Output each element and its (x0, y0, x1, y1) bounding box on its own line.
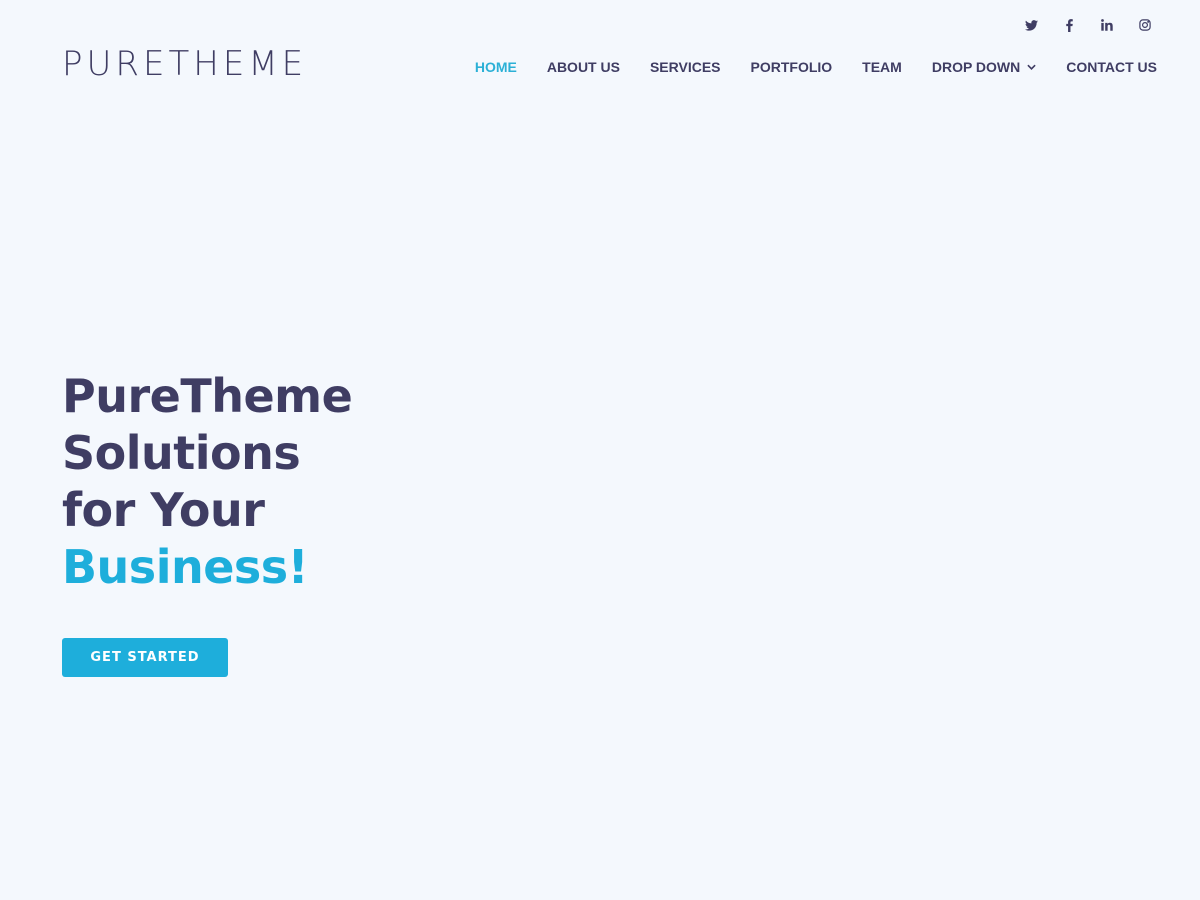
nav-item-about-us[interactable]: ABOUT US (547, 57, 620, 77)
nav-item-label: HOME (474, 59, 517, 75)
nav-item-portfolio[interactable]: PORTFOLIO (751, 57, 833, 77)
hero-title-accent: Business! (62, 540, 309, 594)
nav-item-home[interactable]: HOME (475, 57, 517, 77)
hero-title-line: for Your (62, 483, 265, 537)
nav-item-label: TEAM (862, 59, 902, 75)
site-logo[interactable]: PURETHEME (62, 44, 307, 84)
linkedin-icon[interactable] (1088, 16, 1126, 34)
facebook-icon[interactable] (1050, 16, 1088, 34)
nav-item-contact-us[interactable]: CONTACT US (1066, 57, 1157, 77)
get-started-button[interactable]: GET STARTED (62, 638, 228, 677)
page: PURETHEME HOME ABOUT US SERVICES PORTFOL… (0, 0, 1200, 900)
hero-section: PureTheme Solutions for Your Business! (62, 368, 353, 596)
nav-item-team[interactable]: TEAM (862, 57, 902, 77)
nav-item-label: PORTFOLIO (750, 59, 833, 75)
nav-item-services[interactable]: SERVICES (650, 57, 721, 77)
chevron-down-icon (1027, 64, 1036, 70)
hero-title-line: Solutions (62, 426, 301, 480)
nav-item-label: ABOUT US (546, 59, 620, 75)
twitter-icon[interactable] (1012, 16, 1050, 34)
instagram-icon[interactable] (1126, 16, 1164, 34)
main-nav: HOME ABOUT US SERVICES PORTFOLIO TEAM DR… (475, 57, 1157, 77)
hero-title: PureTheme Solutions for Your Business! (62, 368, 353, 596)
nav-item-drop-down[interactable]: DROP DOWN (932, 57, 1036, 77)
nav-item-label: CONTACT US (1066, 59, 1157, 75)
social-links (1012, 16, 1164, 34)
nav-item-label: SERVICES (649, 59, 721, 75)
nav-item-label: DROP DOWN (931, 59, 1021, 75)
hero-title-line: PureTheme (62, 369, 353, 423)
